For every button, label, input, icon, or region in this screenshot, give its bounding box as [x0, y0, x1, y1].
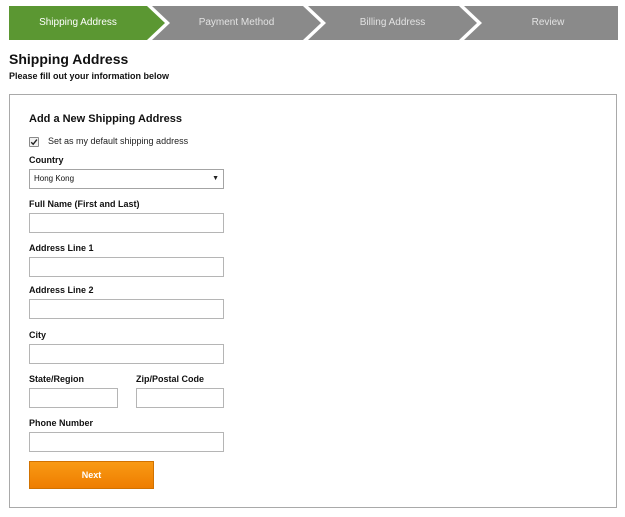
page-title: Shipping Address	[9, 51, 129, 67]
address-line-2-input[interactable]	[29, 299, 224, 319]
step-review[interactable]: Review	[480, 6, 616, 40]
phone-number-label: Phone Number	[29, 418, 94, 428]
page-subtitle: Please fill out your information below	[9, 71, 170, 81]
country-select[interactable]: Hong Kong ▼	[29, 169, 224, 189]
full-name-input[interactable]	[29, 213, 224, 233]
full-name-label: Full Name (First and Last)	[29, 199, 140, 209]
phone-number-input[interactable]	[29, 432, 224, 452]
step-shipping-address[interactable]: Shipping Address	[9, 6, 147, 40]
zip-postal-code-input[interactable]	[136, 388, 224, 408]
city-input[interactable]	[29, 344, 224, 364]
address-line-1-input[interactable]	[29, 257, 224, 277]
city-label: City	[29, 330, 47, 340]
form-title: Add a New Shipping Address	[29, 113, 182, 125]
step-billing-address[interactable]: Billing Address	[324, 6, 461, 40]
shipping-form-panel: Add a New Shipping Address Set as my def…	[9, 94, 617, 508]
default-address-checkbox[interactable]	[29, 137, 39, 147]
checkmark-icon	[30, 139, 38, 146]
address-line-1-label: Address Line 1	[29, 243, 94, 253]
dropdown-arrow-icon: ▼	[212, 175, 219, 182]
state-region-label: State/Region	[29, 374, 85, 384]
next-button[interactable]: Next	[29, 461, 154, 489]
default-address-label: Set as my default shipping address	[48, 136, 189, 146]
checkout-progress: Shipping Address Payment Method Billing …	[9, 6, 618, 40]
step-payment-method[interactable]: Payment Method	[168, 6, 305, 40]
country-label: Country	[29, 155, 64, 165]
state-region-input[interactable]	[29, 388, 118, 408]
address-line-2-label: Address Line 2	[29, 285, 94, 295]
zip-postal-code-label: Zip/Postal Code	[136, 374, 205, 384]
country-selected-value: Hong Kong	[34, 174, 75, 183]
